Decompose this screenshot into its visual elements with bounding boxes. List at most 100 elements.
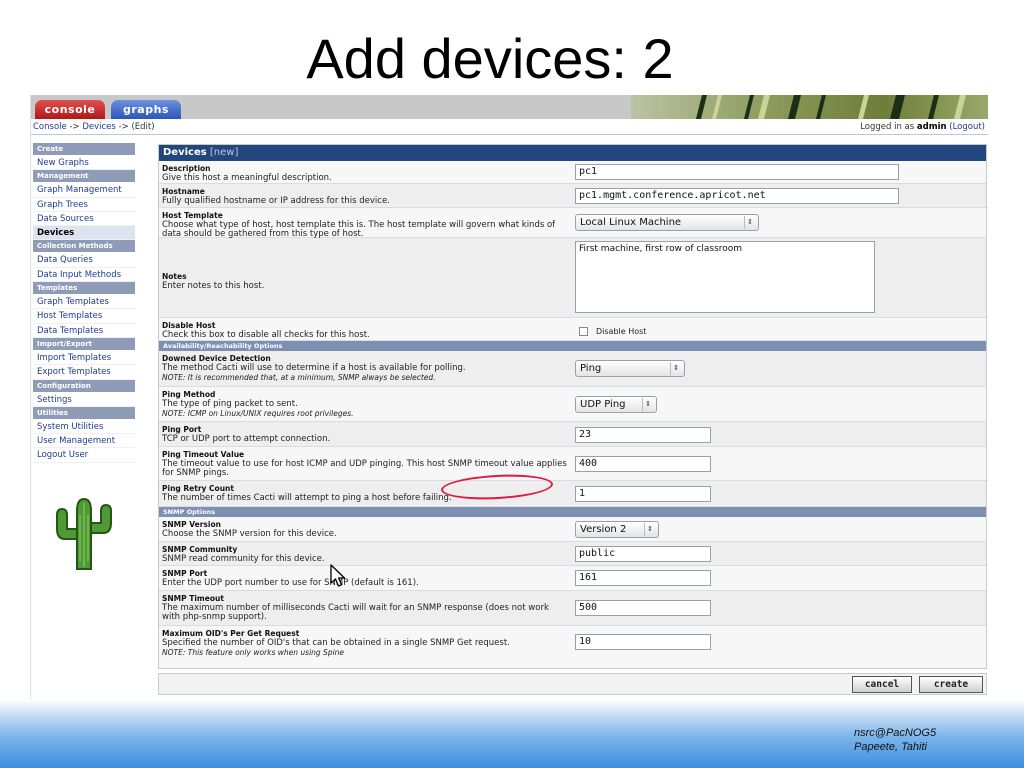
breadcrumb-bar: Console -> Devices -> (Edit) Logged in a… [31, 119, 988, 135]
select-arrows-icon: ⇕ [642, 398, 653, 411]
snmp-community-input[interactable]: public [575, 546, 711, 562]
footer-line2: Papeete, Tahiti [854, 741, 927, 753]
breadcrumb-edit: (Edit) [131, 122, 155, 132]
row-snmp-version: SNMP Version Choose the SNMP version for … [159, 517, 986, 542]
row-host-template: Host Template Choose what type of host, h… [159, 208, 986, 239]
form-header: Devices [new] [159, 145, 986, 161]
logout-link[interactable]: (Logout) [949, 122, 985, 132]
sidebar-header-utilities: Utilities [33, 406, 135, 419]
ping-port-input[interactable]: 23 [575, 427, 711, 443]
breadcrumb-console[interactable]: Console [33, 122, 67, 132]
top-bar: console graphs [31, 95, 988, 119]
sidebar-item-export-templates[interactable]: Export Templates [33, 365, 135, 380]
cactus-logo-icon [56, 497, 112, 570]
banner-stripe [816, 95, 826, 119]
cacti-screenshot: console graphs Console -> Devices -> (Ed… [30, 95, 988, 699]
select-value: Version 2 [580, 524, 627, 535]
breadcrumb-devices[interactable]: Devices [82, 122, 116, 132]
host-template-select[interactable]: Local Linux Machine ⇕ [575, 214, 759, 231]
login-user: admin [916, 122, 947, 132]
snmp-version-select[interactable]: Version 2 ⇕ [575, 521, 659, 538]
sidebar-item-data-input-methods[interactable]: Data Input Methods [33, 268, 135, 283]
banner-stripe [696, 95, 707, 119]
field-desc: SNMP read community for this device. [162, 553, 325, 564]
row-notes: Notes Enter notes to this host. First mac… [159, 238, 986, 318]
ping-retry-input[interactable]: 1 [575, 486, 711, 502]
row-ping-retry: Ping Retry Count The number of times Cact… [159, 481, 986, 507]
create-button[interactable]: create [919, 676, 983, 693]
field-desc: Fully qualified hostname or IP address f… [162, 195, 390, 206]
sidebar-header-templates: Templates [33, 282, 135, 295]
device-form: Devices [new] Description Give this host … [158, 144, 987, 669]
description-input[interactable]: pc1 [575, 164, 899, 180]
sidebar-item-graph-management[interactable]: Graph Management [33, 183, 135, 198]
banner-stripe [858, 95, 869, 119]
snmp-timeout-input[interactable]: 500 [575, 600, 711, 616]
field-desc: The method Cacti will use to determine i… [162, 362, 466, 373]
slide-title: Add devices: 2 [306, 27, 674, 90]
sidebar-item-logout-user[interactable]: Logout User [33, 448, 135, 463]
banner-stripe [712, 95, 722, 119]
sidebar-header-configuration: Configuration [33, 379, 135, 392]
breadcrumb: Console -> Devices -> (Edit) [33, 119, 155, 135]
disable-host-label: Disable Host [596, 327, 647, 336]
sidebar-item-settings[interactable]: Settings [33, 393, 135, 407]
select-arrows-icon: ⇕ [644, 523, 655, 536]
sidebar-header-import-export: Import/Export [33, 337, 135, 350]
sidebar-header-collection-methods: Collection Methods [33, 240, 135, 253]
row-hostname: Hostname Fully qualified hostname or IP a… [159, 184, 986, 208]
login-prefix: Logged in as [860, 122, 917, 132]
field-desc: Choose the SNMP version for this device. [162, 528, 337, 539]
section-availability: Availability/Reachability Options [159, 341, 986, 351]
cancel-button[interactable]: cancel [852, 676, 912, 693]
field-desc: Check this box to disable all checks for… [162, 329, 370, 340]
mouse-cursor-icon [330, 564, 346, 587]
banner-stripe [954, 95, 966, 119]
select-arrows-icon: ⇕ [670, 362, 681, 375]
downed-detection-select[interactable]: Ping ⇕ [575, 360, 685, 377]
sidebar-item-system-utilities[interactable]: System Utilities [33, 420, 135, 435]
row-ping-timeout: Ping Timeout Value The timeout value to u… [159, 447, 986, 481]
sidebar-item-host-templates[interactable]: Host Templates [33, 309, 135, 324]
sidebar-item-data-templates[interactable]: Data Templates [33, 324, 135, 338]
form-header-title: Devices [163, 147, 207, 158]
footer-line1: nsrc@PacNOG5 [854, 727, 937, 739]
sidebar-item-data-queries[interactable]: Data Queries [33, 253, 135, 268]
field-note: NOTE: This feature only works when using… [162, 648, 345, 657]
sidebar-item-devices[interactable]: Devices [33, 226, 135, 241]
select-value: UDP Ping [580, 399, 626, 410]
tab-console[interactable]: console [35, 100, 105, 119]
tab-graphs[interactable]: graphs [111, 100, 181, 119]
select-arrows-icon: ⇕ [744, 216, 755, 229]
ping-method-select[interactable]: UDP Ping ⇕ [575, 396, 657, 413]
banner-stripe [928, 95, 939, 119]
slide: Add devices: 2 console graphs Console ->… [0, 0, 1024, 768]
sidebar-item-data-sources[interactable]: Data Sources [33, 212, 135, 227]
sidebar-item-graph-trees[interactable]: Graph Trees [33, 198, 135, 212]
row-downed-detection: Downed Device Detection The method Cacti … [159, 351, 986, 387]
row-ping-port: Ping Port TCP or UDP port to attempt conn… [159, 422, 986, 447]
hostname-input[interactable]: pc1.mgmt.conference.apricot.net [575, 188, 899, 204]
form-header-tag: [new] [206, 147, 239, 158]
sidebar-item-graph-templates[interactable]: Graph Templates [33, 295, 135, 310]
ping-timeout-input[interactable]: 400 [575, 456, 711, 472]
field-desc: Enter notes to this host. [162, 280, 265, 291]
disable-host-checkbox[interactable] [579, 327, 588, 336]
sidebar-item-new-graphs[interactable]: New Graphs [33, 156, 135, 171]
notes-textarea[interactable]: First machine, first row of classroom [575, 241, 875, 313]
row-disable-host: Disable Host Check this box to disable al… [159, 318, 986, 341]
field-desc: Specified the number of OID's that can b… [162, 637, 510, 648]
sidebar-item-user-management[interactable]: User Management [33, 434, 135, 449]
max-oids-input[interactable]: 10 [575, 634, 711, 650]
row-snmp-port: SNMP Port Enter the UDP port number to us… [159, 566, 986, 591]
select-value: Local Linux Machine [580, 217, 682, 228]
field-note: NOTE: It is recommended that, at a minim… [162, 373, 436, 382]
section-snmp: SNMP Options [159, 507, 986, 517]
breadcrumb-sep: -> [115, 122, 132, 132]
sidebar-item-import-templates[interactable]: Import Templates [33, 351, 135, 366]
banner-stripe [788, 95, 801, 119]
banner-stripe [890, 95, 905, 119]
snmp-port-input[interactable]: 161 [575, 570, 711, 586]
row-snmp-community: SNMP Community SNMP read community for th… [159, 542, 986, 566]
field-note: NOTE: ICMP on Linux/UNIX requires root p… [162, 409, 354, 418]
